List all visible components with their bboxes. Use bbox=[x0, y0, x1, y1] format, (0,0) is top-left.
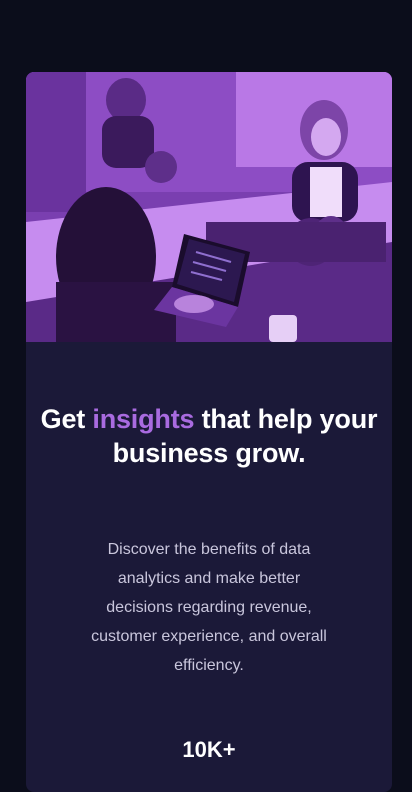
insights-card: Get insights that help your business gro… bbox=[26, 72, 392, 792]
hero-image bbox=[26, 72, 392, 342]
description: Discover the benefits of data analytics … bbox=[91, 541, 327, 674]
headline-accent: insights bbox=[92, 404, 195, 434]
office-photo bbox=[26, 72, 392, 342]
headline: Get insights that help your business gro… bbox=[26, 402, 392, 470]
stat-value: 10K+ bbox=[182, 737, 236, 762]
headline-part1: Get bbox=[40, 404, 93, 434]
